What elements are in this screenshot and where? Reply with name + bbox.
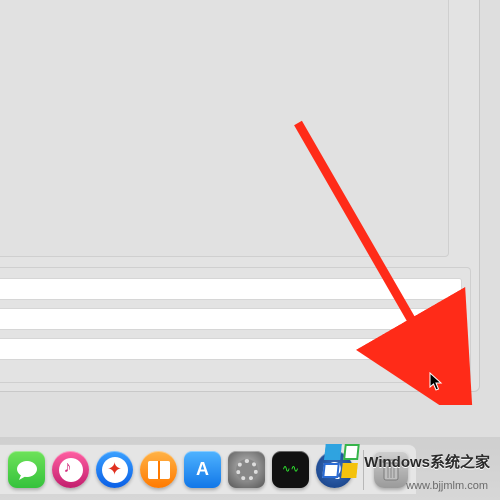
dock-app-messages[interactable] (8, 451, 45, 488)
itunes-icon (59, 458, 83, 482)
dock-app-itunes[interactable] (52, 451, 89, 488)
safari-icon: ✦ (102, 457, 128, 483)
cursor-icon (429, 372, 443, 392)
printer-use-select[interactable] (0, 338, 462, 360)
printer-form (0, 267, 471, 383)
select-stepper-icon (448, 341, 459, 357)
dock-app-activity-monitor[interactable]: ∿∿ (272, 451, 309, 488)
printer-location-field[interactable] (0, 308, 462, 330)
appstore-icon: A (196, 459, 209, 480)
dock-app-system-preferences[interactable] (228, 451, 265, 488)
printer-add-sheet: 添加 (0, 0, 480, 392)
watermark-logo: Windows系统之家 (324, 444, 490, 478)
watermark-url: www.bjjmlm.com (406, 480, 488, 492)
dock-app-books[interactable] (140, 451, 177, 488)
printer-list-area (0, 0, 449, 257)
books-icon (148, 461, 170, 479)
windows-icon (323, 444, 361, 478)
dock-app-appstore[interactable]: A (184, 451, 221, 488)
watermark-brand-text: Windows系统之家 (364, 451, 490, 472)
activity-icon: ∿∿ (282, 465, 299, 475)
gear-icon (236, 459, 258, 481)
printer-name-field[interactable] (0, 278, 462, 300)
dock-app-safari[interactable]: ✦ (96, 451, 133, 488)
messages-icon (16, 460, 38, 480)
